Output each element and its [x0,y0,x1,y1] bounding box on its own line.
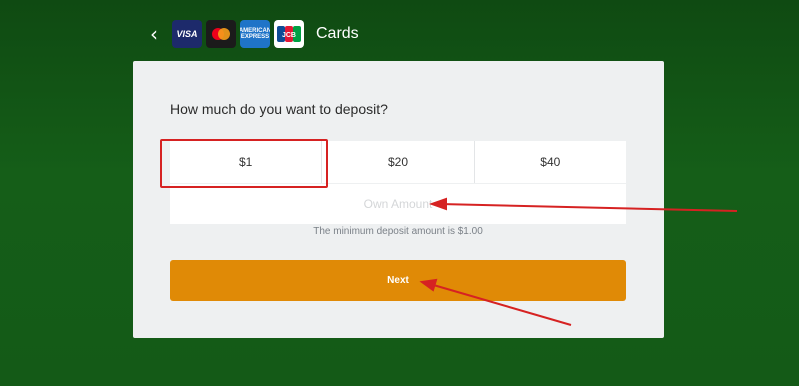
amount-options: $1 $20 $40 [170,141,626,183]
jcb-logo: JCB [274,20,304,48]
amount-option-20[interactable]: $20 [322,141,475,183]
svg-text:JCB: JCB [282,32,296,39]
amex-logo: AMERICAN EXPRESS [240,20,270,48]
jcb-logo-mark: JCB [277,26,301,42]
visa-logo: VISA [172,20,202,48]
card-logos: VISA AMERICAN EXPRESS JCB [172,20,304,48]
minimum-deposit-note: The minimum deposit amount is $1.00 [313,226,483,237]
mastercard-logo [206,20,236,48]
amount-option-1[interactable]: $1 [170,141,323,183]
mastercard-circles-icon [212,28,230,40]
amount-option-40[interactable]: $40 [475,141,626,183]
own-amount-input[interactable] [170,184,626,224]
page-title: Cards [316,25,359,42]
header-bar: ‹ VISA AMERICAN EXPRESS JCB Cards [146,19,359,49]
chevron-left-icon[interactable]: ‹ [146,20,162,48]
next-button[interactable]: Next [170,260,626,301]
deposit-question: How much do you want to deposit? [170,101,388,117]
deposit-panel: How much do you want to deposit? $1 $20 … [133,61,664,338]
